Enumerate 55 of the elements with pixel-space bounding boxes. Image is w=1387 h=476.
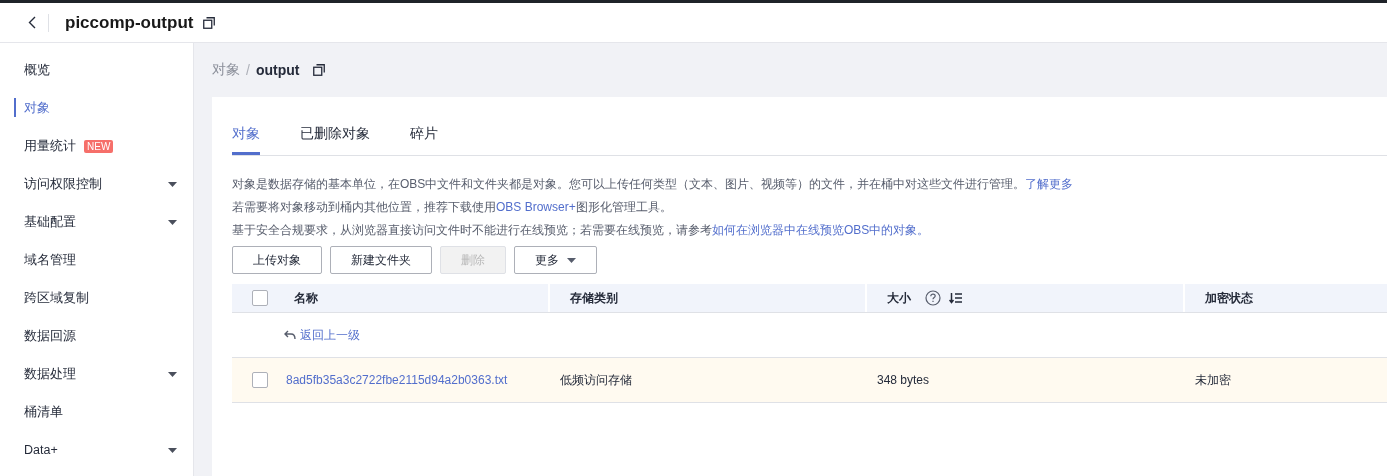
sidebar-item[interactable]: 概览 — [0, 51, 193, 89]
toolbar-button[interactable]: 新建文件夹 — [330, 246, 432, 274]
sidebar-label: 域名管理 — [24, 251, 76, 269]
tab[interactable]: 碎片 — [410, 117, 438, 155]
row-checkbox[interactable] — [252, 372, 268, 388]
breadcrumb-current: output — [255, 62, 300, 78]
help-link[interactable]: 如何在浏览器中在线预览OBS中的对象。 — [712, 223, 930, 237]
sidebar-label: 访问权限控制 — [24, 175, 102, 193]
sidebar-item[interactable]: 桶清单 — [0, 393, 193, 431]
back-icon[interactable] — [28, 16, 36, 29]
toolbar-button[interactable]: 上传对象 — [232, 246, 322, 274]
column-header: 大小 — [887, 289, 911, 307]
sidebar-item[interactable]: 基础配置 — [0, 203, 193, 241]
return-arrow-icon — [284, 330, 296, 340]
sidebar-label: 概览 — [24, 61, 50, 79]
bucket-title: piccomp-output — [65, 12, 194, 33]
column-header: 名称 — [294, 289, 318, 307]
sidebar-label: 桶清单 — [24, 403, 63, 421]
sidebar-label: 对象 — [24, 99, 50, 117]
sidebar-item[interactable]: 用量统计 NEW — [0, 127, 193, 165]
sidebar-item[interactable]: 数据处理 — [0, 355, 193, 393]
sidebar-item[interactable]: Data+ — [0, 431, 193, 469]
sidebar-label: Data+ — [24, 443, 58, 457]
toolbar-button[interactable]: 更多 — [514, 246, 597, 274]
new-badge: NEW — [84, 139, 114, 153]
sidebar-label: 基础配置 — [24, 213, 76, 231]
copy-icon[interactable] — [203, 16, 216, 29]
column-header: 存储类别 — [570, 289, 618, 307]
sidebar-item[interactable]: 域名管理 — [0, 241, 193, 279]
sidebar-item[interactable]: 跨区域复制 — [0, 279, 193, 317]
tab[interactable]: 已删除对象 — [300, 117, 370, 155]
help-link[interactable]: OBS Browser+ — [496, 200, 576, 214]
info-text: 若需要将对象移动到桶内其他位置，推荐下载使用OBS Browser+图形化管理工具。 — [232, 199, 673, 216]
sidebar-label: 跨区域复制 — [24, 289, 89, 307]
table-cell: 低频访问存储 — [560, 371, 632, 389]
help-icon[interactable] — [925, 290, 941, 306]
copy-icon[interactable] — [313, 64, 326, 76]
info-text: 基于安全合规要求，从浏览器直接访问文件时不能进行在线预览；若需要在线预览，请参考如何在浏览器中在线预览OBS中的对象。 — [232, 222, 931, 239]
table-cell: 未加密 — [1195, 371, 1231, 389]
column-header: 加密状态 — [1205, 289, 1253, 307]
sidebar-label: 用量统计 — [24, 137, 76, 155]
sidebar-label: 数据回源 — [24, 327, 76, 345]
sidebar-item[interactable]: 访问权限控制 — [0, 165, 193, 203]
sidebar-item[interactable]: 数据回源 — [0, 317, 193, 355]
select-all-checkbox[interactable] — [252, 290, 268, 306]
object-link[interactable]: 8ad5fb35a3c2722fbe2115d94a2b0363.txt — [286, 373, 508, 387]
info-text: 对象是数据存储的基本单位，在OBS中文件和文件夹都是对象。您可以上传任何类型（文本、图片、视频等）的文件，并在桶中对这些文件进行管理。了解更多 — [232, 176, 1075, 193]
table-cell: 348 bytes — [877, 373, 930, 387]
help-link[interactable]: 了解更多 — [1025, 177, 1074, 191]
sort-icon[interactable] — [949, 292, 963, 304]
sidebar-item[interactable]: 对象 — [0, 89, 193, 127]
sidebar-label: 数据处理 — [24, 365, 76, 383]
breadcrumb-separator: / — [246, 62, 250, 78]
back-link[interactable]: 返回上一级 — [232, 313, 548, 357]
tab[interactable]: 对象 — [232, 117, 260, 155]
